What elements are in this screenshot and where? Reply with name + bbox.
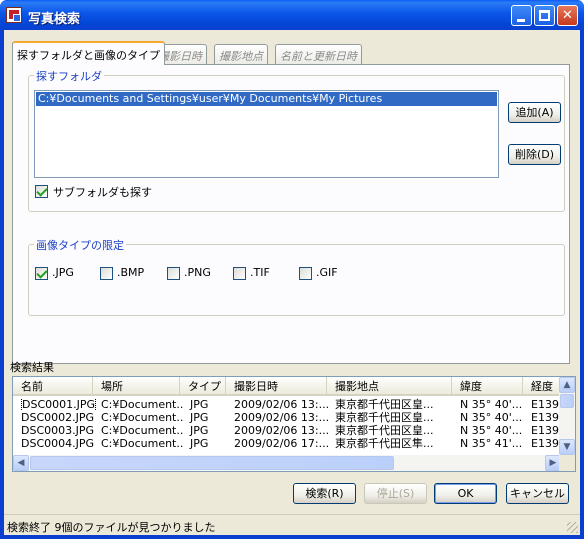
result-type: JPG	[190, 398, 209, 411]
result-name: DSC0001.JPG	[21, 398, 97, 411]
vertical-scroll-thumb[interactable]	[560, 394, 574, 408]
result-latitude: N 35° 41'...	[460, 437, 523, 450]
type-gif-checkbox[interactable]	[299, 267, 312, 280]
results-header: 名前 場所 タイプ 撮影日時 撮影地点 緯度 経度	[13, 377, 563, 396]
image-type-group-legend: 画像タイプの限定	[34, 237, 126, 253]
type-tif-label: .TIF	[250, 266, 270, 279]
result-name: DSC0002.JPG	[21, 411, 95, 424]
chevron-down-icon: ▼	[563, 442, 571, 452]
folder-list[interactable]: C:¥Documents and Settings¥user¥My Docume…	[34, 90, 499, 178]
tab-folder-and-type[interactable]: 探すフォルダと画像のタイプ	[12, 41, 165, 65]
subfolder-checkbox-label: サブフォルダも探す	[53, 186, 152, 199]
result-type: JPG	[190, 437, 209, 450]
result-location: C:¥Document...	[101, 424, 184, 437]
window-title: 写真検索	[28, 12, 81, 27]
stop-button[interactable]: 停止(S)	[364, 483, 427, 504]
result-name: DSC0003.JPG	[21, 424, 95, 437]
close-button[interactable]: ✕	[557, 5, 578, 26]
type-png-checkbox[interactable]	[167, 267, 180, 280]
result-place: 東京都千代田区皇...	[335, 398, 434, 411]
maximize-icon	[539, 10, 550, 21]
horizontal-scrollbar[interactable]: ◀ ▶	[13, 455, 561, 471]
result-row[interactable]: DSC0002.JPG C:¥Document... JPG 2009/02/0…	[13, 411, 564, 424]
result-name: DSC0004.JPG	[21, 437, 95, 450]
result-date: 2009/02/06 13:...	[234, 398, 330, 411]
result-type: JPG	[190, 424, 209, 437]
type-gif-label: .GIF	[316, 266, 338, 279]
chevron-left-icon: ◀	[17, 458, 25, 468]
scrollbar-corner	[559, 455, 575, 471]
close-icon: ✕	[562, 8, 573, 23]
folder-group: 探すフォルダ C:¥Documents and Settings¥user¥My…	[28, 68, 565, 212]
type-png-label: .PNG	[184, 266, 211, 279]
column-shooting-date[interactable]: 撮影日時	[226, 377, 327, 396]
photo-search-window: 写真検索 ✕ 探すフォルダと画像のタイプ 撮影日時 撮影地点 名前と更新日時 探…	[0, 0, 584, 539]
column-latitude[interactable]: 緯度	[452, 377, 523, 396]
type-jpg-label: .JPG	[52, 266, 74, 279]
cancel-button[interactable]: キャンセル	[506, 483, 569, 504]
column-type[interactable]: タイプ	[180, 377, 226, 396]
result-row[interactable]: DSC0001.JPG C:¥Document... JPG 2009/02/0…	[13, 398, 564, 411]
result-place: 東京都千代田区皇...	[335, 424, 434, 437]
chevron-right-icon: ▶	[549, 458, 557, 468]
column-shooting-location[interactable]: 撮影地点	[327, 377, 452, 396]
tab-shooting-location[interactable]: 撮影地点	[214, 44, 268, 64]
column-name[interactable]: 名前	[13, 377, 93, 396]
column-longitude[interactable]: 経度	[523, 377, 563, 396]
folder-list-item[interactable]: C:¥Documents and Settings¥user¥My Docume…	[36, 92, 497, 106]
image-type-group: 画像タイプの限定 .JPG .BMP .PNG .TIF .GIF	[28, 237, 565, 316]
add-folder-button[interactable]: 追加(A)	[508, 102, 561, 123]
vertical-scrollbar[interactable]: ▲ ▼	[559, 377, 575, 455]
subfolder-checkbox[interactable]	[35, 185, 48, 198]
tab-panel: 探すフォルダ C:¥Documents and Settings¥user¥My…	[12, 64, 570, 364]
result-latitude: N 35° 40'...	[460, 424, 523, 437]
horizontal-scroll-thumb[interactable]	[30, 456, 394, 470]
scroll-down-button[interactable]: ▼	[559, 439, 575, 455]
delete-folder-button[interactable]: 削除(D)	[508, 144, 561, 165]
scroll-left-button[interactable]: ◀	[13, 455, 29, 471]
result-date: 2009/02/06 13:...	[234, 424, 330, 437]
folder-group-legend: 探すフォルダ	[34, 68, 104, 84]
result-date: 2009/02/06 17:...	[234, 437, 330, 450]
type-jpg-checkbox[interactable]	[35, 267, 48, 280]
result-type: JPG	[190, 411, 209, 424]
result-location: C:¥Document...	[101, 398, 184, 411]
type-bmp-checkbox[interactable]	[100, 267, 113, 280]
minimize-button[interactable]	[511, 5, 532, 26]
status-bar: 検索終了 9個のファイルが見つかりました	[4, 514, 580, 535]
results-list[interactable]: 名前 場所 タイプ 撮影日時 撮影地点 緯度 経度 DSC0001.JPG C:…	[12, 376, 576, 472]
minimize-icon	[517, 19, 525, 22]
type-tif-checkbox[interactable]	[233, 267, 246, 280]
type-bmp-label: .BMP	[117, 266, 145, 279]
column-location[interactable]: 場所	[93, 377, 180, 396]
result-row[interactable]: DSC0003.JPG C:¥Document... JPG 2009/02/0…	[13, 424, 564, 437]
result-location: C:¥Document...	[101, 411, 184, 424]
results-label: 検索結果	[10, 361, 54, 374]
dialog-body: 探すフォルダと画像のタイプ 撮影日時 撮影地点 名前と更新日時 探すフォルダ C…	[4, 30, 580, 535]
scroll-up-button[interactable]: ▲	[559, 377, 575, 393]
status-text: 検索終了 9個のファイルが見つかりました	[7, 521, 216, 534]
tab-name-and-modified[interactable]: 名前と更新日時	[275, 44, 362, 64]
app-icon	[6, 7, 22, 23]
ok-button[interactable]: OK	[434, 483, 497, 504]
result-location: C:¥Document...	[101, 437, 184, 450]
result-place: 東京都千代田区皇...	[335, 411, 434, 424]
result-latitude: N 35° 40'...	[460, 398, 523, 411]
resize-grip-icon[interactable]	[567, 522, 578, 533]
result-latitude: N 35° 40'...	[460, 411, 523, 424]
chevron-up-icon: ▲	[563, 380, 571, 390]
maximize-button[interactable]	[534, 5, 555, 26]
result-date: 2009/02/06 13:...	[234, 411, 330, 424]
result-row[interactable]: DSC0004.JPG C:¥Document... JPG 2009/02/0…	[13, 437, 564, 450]
search-button[interactable]: 検索(R)	[293, 483, 356, 504]
title-bar[interactable]: 写真検索 ✕	[0, 0, 584, 30]
result-place: 東京都千代田区隼...	[335, 437, 434, 450]
